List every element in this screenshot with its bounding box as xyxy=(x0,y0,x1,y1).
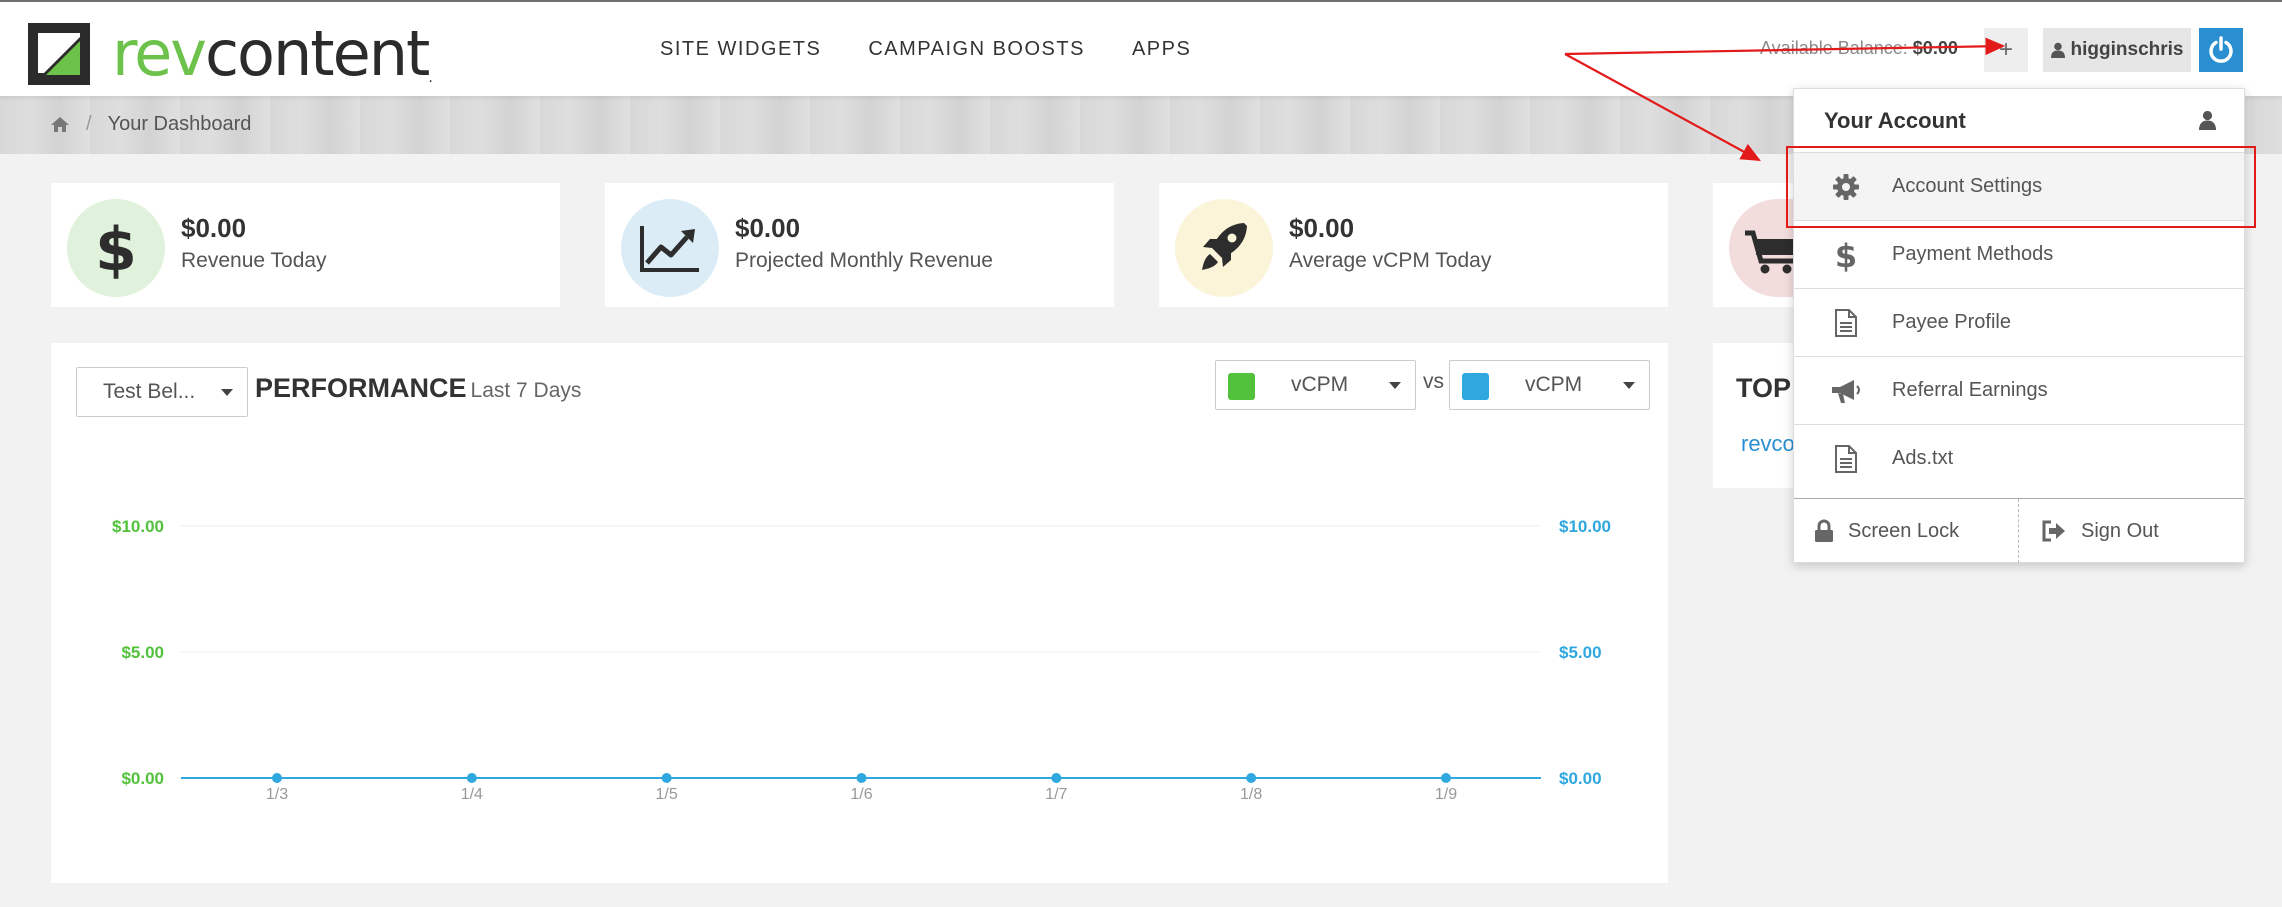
user-menu-button[interactable]: higginschris xyxy=(2043,28,2191,72)
nav-apps[interactable]: APPS xyxy=(1132,38,1191,61)
nav-site-widgets[interactable]: SITE WIDGETS xyxy=(660,38,821,61)
document-icon xyxy=(1826,307,1866,339)
sign-out-label: Sign Out xyxy=(2081,519,2159,542)
megaphone-icon xyxy=(1826,375,1866,407)
data-point[interactable] xyxy=(1246,773,1257,783)
data-point[interactable] xyxy=(466,773,477,783)
stat-card-average-vcpm: $0.00 Average vCPM Today xyxy=(1159,183,1668,307)
svg-text:$: $ xyxy=(1835,238,1857,272)
stat-card-projected-revenue: $0.00 Projected Monthly Revenue xyxy=(605,183,1114,307)
gear-icon xyxy=(1826,171,1866,203)
x-tick-label: 1/9 xyxy=(1434,786,1458,803)
nav-campaign-boosts[interactable]: CAMPAIGN BOOSTS xyxy=(868,38,1085,61)
power-button[interactable] xyxy=(2199,28,2243,72)
x-tick-label: 1/8 xyxy=(1240,786,1263,803)
lock-icon xyxy=(1815,519,1833,542)
username-label: higginschris xyxy=(2070,39,2184,60)
menu-item-label: Account Settings xyxy=(1892,175,2043,197)
cart-icon xyxy=(1729,199,1793,297)
sign-out-button[interactable]: Sign Out xyxy=(2019,499,2244,563)
x-tick-label: 1/4 xyxy=(460,786,483,803)
top-navbar: revcontent. SITE WIDGETS CAMPAIGN BOOSTS… xyxy=(0,0,2282,96)
menu-item-payee-profile[interactable]: Payee Profile xyxy=(1794,288,2244,356)
menu-item-label: Referral Earnings xyxy=(1892,379,2048,401)
top-panel-link[interactable]: revco xyxy=(1741,431,1795,457)
menu-item-label: Payment Methods xyxy=(1892,243,2054,265)
data-point[interactable] xyxy=(272,773,282,783)
available-balance: Available Balance: $0.00 xyxy=(1760,38,1958,59)
stat-card-partial xyxy=(1713,183,1793,307)
stat-label: Projected Monthly Revenue xyxy=(735,249,993,272)
dropdown-header: Your Account xyxy=(1794,89,2244,152)
top-panel-title: TOP xyxy=(1736,373,1792,403)
revcontent-logo[interactable]: revcontent. xyxy=(28,22,448,86)
dollar-icon: $ xyxy=(67,199,165,297)
data-point[interactable] xyxy=(1441,773,1451,783)
balance-label: Available Balance: xyxy=(1760,38,1908,58)
account-dropdown: Your Account Account Settings $ Payment … xyxy=(1793,88,2245,563)
main-nav: SITE WIDGETS CAMPAIGN BOOSTS APPS xyxy=(660,38,1191,61)
menu-item-label: Ads.txt xyxy=(1892,447,1954,469)
logo-wordmark: revcontent. xyxy=(112,17,433,90)
x-tick-label: 1/3 xyxy=(265,786,289,803)
breadcrumb-separator: / xyxy=(86,113,92,135)
breadcrumb-current: Your Dashboard xyxy=(107,113,252,135)
user-icon xyxy=(2199,110,2216,130)
user-icon xyxy=(2050,42,2065,58)
add-funds-button[interactable]: + xyxy=(1984,28,2028,72)
performance-panel: Test Bel... PERFORMANCE Last 7 Days vCPM … xyxy=(51,343,1668,883)
power-icon xyxy=(2209,36,2233,63)
x-tick-label: 1/6 xyxy=(850,786,873,803)
data-point[interactable] xyxy=(856,773,867,783)
stat-value: $0.00 xyxy=(735,213,801,243)
x-tick-label: 1/5 xyxy=(655,786,678,803)
rocket-icon xyxy=(1175,199,1273,297)
dropdown-footer: Screen Lock Sign Out xyxy=(1794,498,2244,563)
menu-item-account-settings[interactable]: Account Settings xyxy=(1794,152,2244,220)
breadcrumb: / Your Dashboard xyxy=(50,113,251,136)
data-point[interactable] xyxy=(1051,773,1062,783)
sign-out-icon xyxy=(2042,520,2065,542)
menu-item-referral-earnings[interactable]: Referral Earnings xyxy=(1794,356,2244,424)
dropdown-title: Your Account xyxy=(1824,107,1966,133)
svg-text:$: $ xyxy=(95,216,137,280)
balance-value: $0.00 xyxy=(1912,38,1958,58)
x-tick-label: 1/7 xyxy=(1045,786,1068,803)
screen-lock-label: Screen Lock xyxy=(1848,519,1960,542)
menu-item-payment-methods[interactable]: $ Payment Methods xyxy=(1794,220,2244,288)
stat-card-revenue-today: $ $0.00 Revenue Today xyxy=(51,183,560,307)
screen-lock-button[interactable]: Screen Lock xyxy=(1794,499,2019,563)
top-panel: TOP revco xyxy=(1713,343,1795,488)
home-icon[interactable] xyxy=(50,116,70,133)
menu-item-label: Payee Profile xyxy=(1892,311,2011,333)
menu-item-ads-txt[interactable]: Ads.txt xyxy=(1794,424,2244,492)
stat-value: $0.00 xyxy=(181,213,247,243)
stat-label: Average vCPM Today xyxy=(1289,249,1492,272)
stat-label: Revenue Today xyxy=(181,249,327,272)
data-point[interactable] xyxy=(661,773,672,783)
document-icon xyxy=(1826,443,1866,475)
dollar-icon: $ xyxy=(1826,238,1866,272)
logo-arrow-icon xyxy=(28,23,90,85)
stat-value: $0.00 xyxy=(1289,213,1355,243)
trend-chart-icon xyxy=(621,199,719,297)
